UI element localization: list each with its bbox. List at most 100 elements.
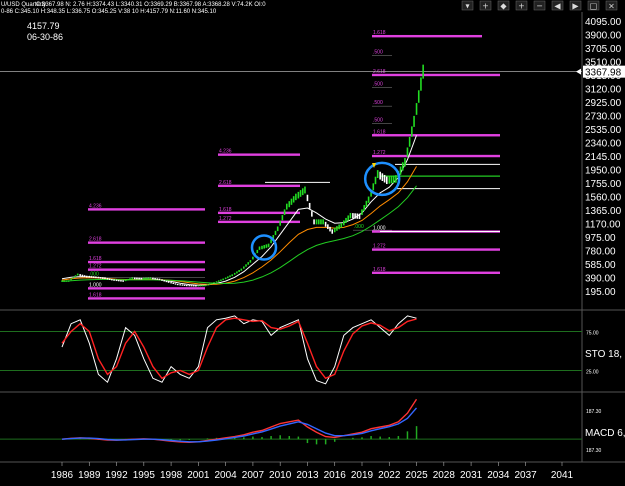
fib-level-bar (88, 268, 205, 271)
pin-icon[interactable]: ▾ (461, 0, 474, 11)
arrow-left-icon[interactable]: ◀ (551, 0, 564, 11)
x-tick-label: 2010 (269, 470, 292, 481)
price-y-tick: 195.00 (585, 287, 616, 298)
fib-level-bar (372, 248, 500, 251)
x-tick-label: 2034 (487, 470, 510, 481)
svg-text:▶: ▶ (572, 2, 579, 11)
x-tick-label: 2001 (187, 470, 210, 481)
price-y-tick: 780.00 (585, 246, 616, 257)
toolbar: ▾ + ◆ + − ◀ ▶ □ × (461, 0, 618, 11)
price-y-tick: 2340.00 (585, 138, 622, 149)
price-y-tick: 1365.00 (585, 206, 622, 217)
stoch-label: STO 18, (585, 349, 622, 360)
svg-text:−: − (536, 2, 543, 11)
x-tick-label: 2041 (551, 470, 574, 481)
svg-text:▾: ▾ (465, 2, 469, 11)
price-y-tick: 585.00 (585, 260, 616, 271)
price-y-tick: 1560.00 (585, 192, 622, 203)
fib-level-label: .500 (373, 81, 383, 87)
fib-level-label: .500 (373, 100, 383, 106)
fib-level-label: 2.618 (219, 180, 232, 186)
fib-level-label: 1.272 (373, 150, 386, 156)
price-label: 4157.79 (27, 21, 60, 31)
x-tick-label: 2028 (433, 470, 456, 481)
macd-tick-upper: 187.30 (586, 409, 602, 415)
x-tick-label: 2037 (515, 470, 538, 481)
x-tick-label: 2025 (405, 470, 428, 481)
price-y-tick: 2730.00 (585, 111, 622, 122)
fib-level-bar (372, 34, 482, 38)
fib-level-bar (372, 134, 500, 137)
price-y-tick: 1170.00 (585, 219, 621, 230)
chart-window: U/USD Quarterly C:3367.98 N: 2.76 H:3374… (0, 0, 625, 486)
fib-level-label: 2.618 (373, 69, 386, 75)
fib-level-label: 1.618 (219, 207, 232, 213)
macd-label: MACD 6, (585, 428, 625, 439)
fib-level-bar (88, 260, 205, 264)
fib-level-label: 1.618 (373, 30, 386, 36)
fib-level-label: 1.618 (373, 267, 386, 273)
arrow-right-icon[interactable]: ▶ (569, 0, 582, 11)
fib-level-label: .500 (373, 50, 383, 56)
svg-text:+: + (518, 2, 525, 11)
fib-level-label: .000 (354, 224, 364, 230)
x-tick-label: 2007 (242, 470, 265, 481)
header-ohlc-line1: C:3367.98 N: 2.76 H:3374.43 L:3340.31 O:… (36, 2, 266, 8)
x-tick-label: 2031 (460, 470, 483, 481)
x-tick-label: 2013 (296, 470, 319, 481)
fib-level-label: 1.618 (373, 129, 386, 135)
price-y-tick: 1755.00 (585, 179, 622, 190)
x-tick-label: 1995 (133, 470, 156, 481)
stoch-tick-lower: 25.00 (586, 370, 599, 376)
fib-level-bar (88, 287, 205, 290)
fib-level-bar (88, 241, 205, 244)
diamond-icon[interactable]: ◆ (497, 0, 510, 11)
fib-level-label: 1.618 (89, 256, 102, 262)
fib-level-label: 1.272 (219, 216, 232, 222)
price-y-tick: 2145.00 (585, 152, 622, 163)
crosshair-icon[interactable]: + (479, 0, 492, 11)
fib-level-label: 1.618 (89, 292, 102, 298)
last-price-label: 3367.98 (585, 68, 622, 79)
x-tick-label: 2022 (378, 470, 401, 481)
fib-level-label: .500 (373, 117, 383, 123)
fib-level-label: 1.000 (373, 226, 386, 232)
x-tick-label: 2019 (351, 470, 374, 481)
fib-level-label: 1.272 (89, 264, 102, 270)
fib-level-bar (372, 73, 500, 77)
price-y-tick: 2925.00 (585, 98, 622, 109)
fib-level-label: 1.000 (89, 282, 102, 288)
price-y-tick: 2535.00 (585, 125, 622, 136)
date-label: 06-30-86 (27, 32, 63, 42)
fib-level-label: 1.272 (373, 244, 386, 250)
svg-text:×: × (608, 2, 615, 11)
price-y-tick: 3120.00 (585, 84, 622, 95)
fib-level-bar (372, 271, 500, 274)
fib-level-bar (372, 154, 500, 158)
zoom-in-icon[interactable]: + (515, 0, 528, 11)
x-tick-label: 1992 (105, 470, 128, 481)
fib-level-bar (88, 208, 205, 211)
fib-level-label: 4.236 (219, 149, 232, 155)
restore-icon[interactable]: □ (587, 0, 600, 11)
close-icon[interactable]: × (605, 0, 618, 11)
x-tick-label: 1989 (78, 470, 101, 481)
x-tick-label: 1986 (51, 470, 74, 481)
stoch-tick-upper: 75.00 (586, 331, 599, 337)
fib-level-label: 2.618 (89, 237, 102, 243)
price-y-tick: 390.00 (585, 273, 616, 284)
price-y-tick: 1950.00 (585, 165, 622, 176)
svg-text:+: + (482, 2, 489, 11)
fib-level-label: 4.236 (89, 203, 102, 209)
macd-tick-lower: 187.30 (586, 448, 602, 454)
zoom-out-icon[interactable]: − (533, 0, 546, 11)
svg-text:◆: ◆ (500, 2, 507, 11)
price-y-tick: 4095.00 (585, 17, 622, 28)
header-ohlc-line2: 0-86 C:345.10 H:348.35 L:336.75 O:345.25… (1, 9, 217, 15)
x-tick-label: 2004 (215, 470, 238, 481)
price-y-tick: 975.00 (585, 233, 616, 244)
price-y-tick: 3705.00 (585, 44, 622, 55)
x-tick-label: 2016 (324, 470, 347, 481)
svg-text:□: □ (590, 2, 598, 11)
x-tick-label: 1998 (160, 470, 183, 481)
